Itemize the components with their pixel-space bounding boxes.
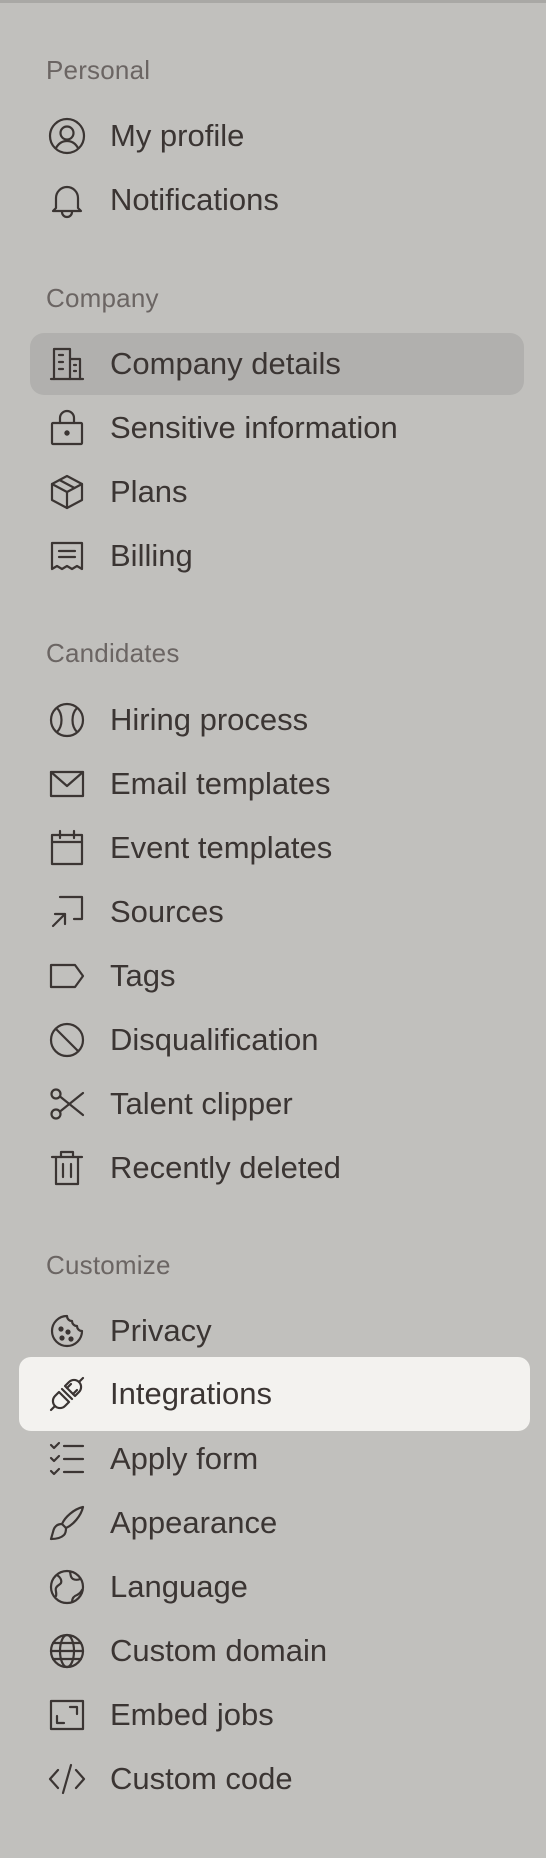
user-circle-icon: [48, 117, 86, 155]
plug-icon: [48, 1375, 86, 1413]
sidebar-item-label: Hiring process: [110, 702, 309, 737]
cookie-icon: [48, 1312, 86, 1350]
settings-sidebar: Personal My profile Notifications Compan…: [0, 0, 546, 1858]
section-title-personal: Personal: [46, 55, 151, 85]
sidebar-item-label: Company details: [110, 346, 341, 381]
sidebar-item-label: Custom code: [110, 1761, 293, 1796]
sidebar-item-label: Apply form: [110, 1441, 259, 1476]
sidebar-item-company-details[interactable]: Company details: [30, 333, 524, 395]
sidebar-item-label: Event templates: [110, 830, 333, 865]
sidebar-item-label: Integrations: [110, 1376, 272, 1411]
code-icon: [48, 1760, 86, 1798]
section-title-customize: Customize: [46, 1250, 171, 1280]
sidebar-item-label: Disqualification: [110, 1022, 319, 1057]
prohibit-icon: [48, 1021, 86, 1059]
checklist-icon: [48, 1440, 86, 1478]
sidebar-item-privacy[interactable]: Privacy: [30, 1300, 524, 1362]
sidebar-item-tags[interactable]: Tags: [30, 945, 524, 1007]
baseball-icon: [48, 701, 86, 739]
sidebar-item-label: Custom domain: [110, 1633, 328, 1668]
sidebar-item-label: Appearance: [110, 1505, 278, 1540]
package-icon: [48, 473, 86, 511]
sidebar-item-hiring-process[interactable]: Hiring process: [30, 689, 524, 751]
sidebar-item-label: Privacy: [110, 1313, 212, 1348]
sidebar-item-custom-domain[interactable]: Custom domain: [30, 1620, 524, 1682]
sidebar-item-my-profile[interactable]: My profile: [30, 105, 524, 167]
sidebar-item-label: My profile: [110, 118, 245, 153]
sidebar-item-sources[interactable]: Sources: [30, 881, 524, 943]
globe-stand-icon: [48, 1568, 86, 1606]
sidebar-item-plans[interactable]: Plans: [30, 461, 524, 523]
sidebar-item-label: Email templates: [110, 766, 331, 801]
sidebar-item-email-templates[interactable]: Email templates: [30, 753, 524, 815]
sidebar-item-label: Sources: [110, 894, 224, 929]
section-title-company: Company: [46, 283, 159, 313]
section-title-candidates: Candidates: [46, 638, 180, 668]
bell-icon: [48, 181, 86, 219]
tag-icon: [48, 957, 86, 995]
sidebar-item-label: Talent clipper: [110, 1086, 293, 1121]
sidebar-item-label: Plans: [110, 474, 188, 509]
sidebar-item-appearance[interactable]: Appearance: [30, 1492, 524, 1554]
sidebar-item-label: Notifications: [110, 182, 279, 217]
sidebar-item-label: Sensitive information: [110, 410, 398, 445]
frame-corners-icon: [48, 1696, 86, 1734]
sidebar-item-sensitive-information[interactable]: Sensitive information: [30, 397, 524, 459]
sidebar-item-disqualification[interactable]: Disqualification: [30, 1009, 524, 1071]
sidebar-item-custom-code[interactable]: Custom code: [30, 1748, 524, 1810]
receipt-icon: [48, 537, 86, 575]
trash-icon: [48, 1149, 86, 1187]
envelope-icon: [48, 765, 86, 803]
sidebar-item-billing[interactable]: Billing: [30, 525, 524, 587]
sidebar-item-label: Embed jobs: [110, 1697, 274, 1732]
sidebar-item-notifications[interactable]: Notifications: [30, 169, 524, 231]
sidebar-item-apply-form[interactable]: Apply form: [30, 1428, 524, 1490]
globe-icon: [48, 1632, 86, 1670]
sidebar-item-integrations[interactable]: Integrations: [19, 1357, 530, 1431]
calendar-icon: [48, 829, 86, 867]
building-icon: [48, 345, 86, 383]
sidebar-item-event-templates[interactable]: Event templates: [30, 817, 524, 879]
sidebar-item-label: Recently deleted: [110, 1150, 341, 1185]
sidebar-item-embed-jobs[interactable]: Embed jobs: [30, 1684, 524, 1746]
scissors-icon: [48, 1085, 86, 1123]
sidebar-item-talent-clipper[interactable]: Talent clipper: [30, 1073, 524, 1135]
paint-brush-icon: [48, 1504, 86, 1542]
sidebar-item-recently-deleted[interactable]: Recently deleted: [30, 1137, 524, 1199]
sidebar-item-label: Language: [110, 1569, 248, 1604]
sidebar-item-label: Billing: [110, 538, 193, 573]
arrow-square-in-icon: [48, 893, 86, 931]
sidebar-item-label: Tags: [110, 958, 176, 993]
lock-icon: [48, 409, 86, 447]
sidebar-item-language[interactable]: Language: [30, 1556, 524, 1618]
